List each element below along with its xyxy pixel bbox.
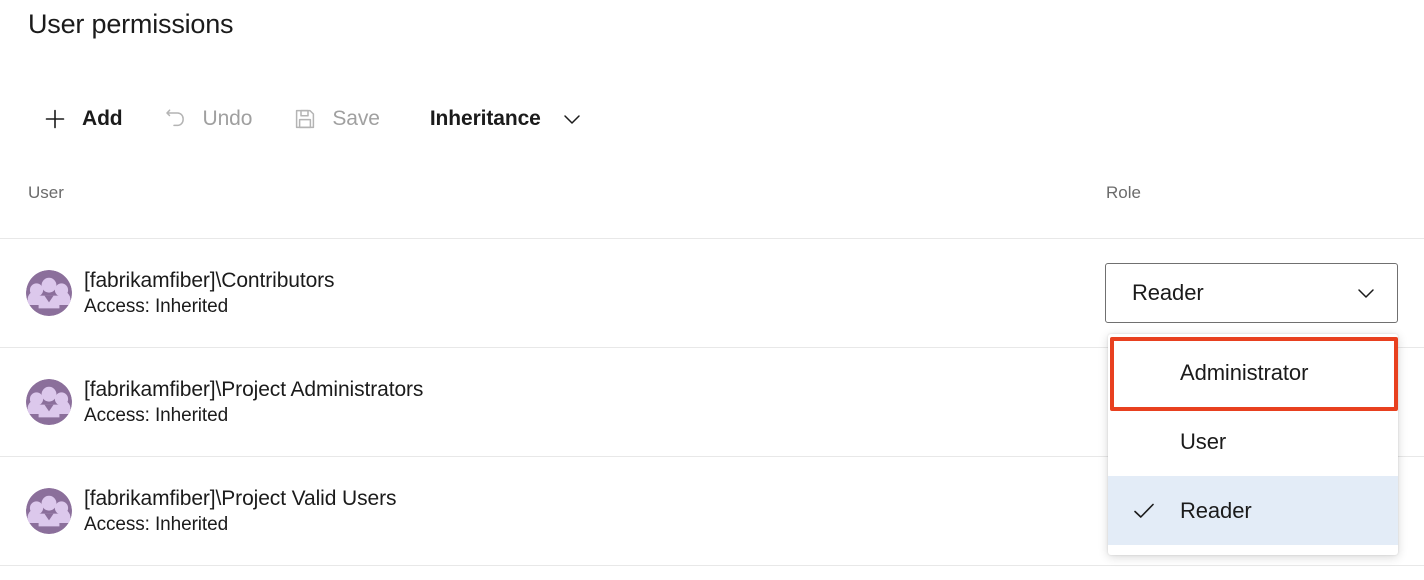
- row-user-cell: [fabrikamfiber]\Project Valid Users Acce…: [0, 485, 396, 538]
- user-name: [fabrikamfiber]\Contributors: [84, 268, 335, 292]
- group-avatar-icon: [26, 488, 72, 534]
- checkmark-icon: [1108, 498, 1180, 524]
- group-avatar-icon: [26, 270, 72, 316]
- row-user-cell: [fabrikamfiber]\Project Administrators A…: [0, 376, 423, 429]
- plus-icon: [42, 106, 68, 132]
- dropdown-option-label: Reader: [1180, 497, 1252, 523]
- undo-button[interactable]: Undo: [145, 93, 275, 145]
- role-dropdown-list: Administrator User Reader: [1108, 334, 1398, 555]
- column-header-user: User: [28, 183, 64, 202]
- role-dropdown[interactable]: Reader: [1105, 263, 1398, 323]
- inheritance-button-label: Inheritance: [429, 107, 541, 130]
- save-button[interactable]: Save: [274, 93, 401, 145]
- row-user-cell: [fabrikamfiber]\Contributors Access: Inh…: [0, 267, 335, 320]
- chevron-down-icon: [1353, 280, 1379, 306]
- chevron-down-icon: [559, 106, 585, 132]
- dropdown-option-reader[interactable]: Reader: [1108, 476, 1398, 545]
- inheritance-menu-button[interactable]: Inheritance: [402, 93, 595, 145]
- user-access: Access: Inherited: [84, 404, 229, 426]
- row-user-text: [fabrikamfiber]\Project Valid Users Acce…: [84, 485, 396, 538]
- undo-button-label: Undo: [202, 107, 253, 130]
- row-user-text: [fabrikamfiber]\Contributors Access: Inh…: [84, 267, 335, 320]
- dropdown-option-user[interactable]: User: [1108, 407, 1398, 476]
- role-dropdown-value: Reader: [1132, 280, 1204, 305]
- row-user-text: [fabrikamfiber]\Project Administrators A…: [84, 376, 423, 429]
- add-button[interactable]: Add: [42, 93, 145, 145]
- undo-icon: [163, 106, 189, 132]
- group-avatar-icon: [26, 379, 72, 425]
- user-name: [fabrikamfiber]\Project Administrators: [84, 377, 424, 401]
- user-name: [fabrikamfiber]\Project Valid Users: [84, 486, 397, 510]
- table-column-headers: User Role: [0, 175, 1424, 238]
- add-button-label: Add: [82, 107, 123, 130]
- dropdown-option-label: User: [1180, 428, 1227, 454]
- user-access: Access: Inherited: [84, 295, 229, 317]
- save-floppy-icon: [292, 106, 318, 132]
- column-header-role: Role: [1106, 183, 1141, 202]
- toolbar: Add Undo Save Inheritance: [0, 93, 595, 145]
- user-permissions-page: User permissions Add Undo Save Inheritan…: [0, 0, 1424, 580]
- user-access: Access: Inherited: [84, 513, 229, 535]
- dropdown-option-administrator[interactable]: Administrator: [1108, 338, 1398, 407]
- dropdown-option-label: Administrator: [1180, 359, 1309, 385]
- save-button-label: Save: [332, 107, 380, 130]
- page-title: User permissions: [28, 9, 234, 39]
